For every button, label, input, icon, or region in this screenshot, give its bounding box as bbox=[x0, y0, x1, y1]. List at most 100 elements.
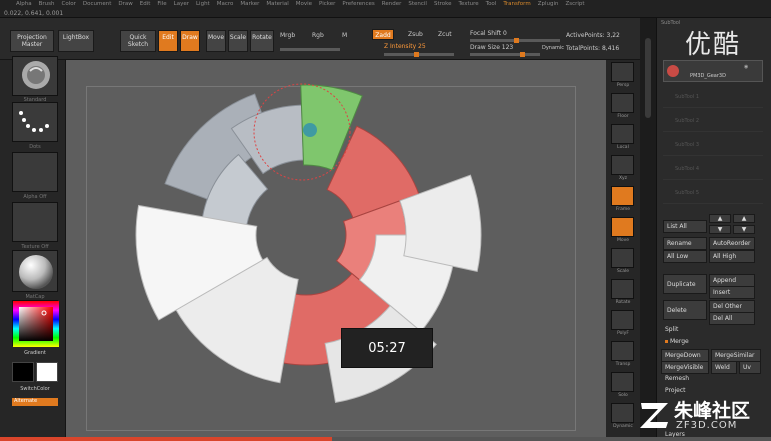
weld-button[interactable]: Weld bbox=[711, 361, 737, 374]
frame-button[interactable] bbox=[611, 186, 634, 206]
insert-button[interactable]: Insert bbox=[709, 286, 755, 299]
texture-thumbnail[interactable] bbox=[12, 202, 58, 242]
zadd-toggle[interactable]: Zadd bbox=[372, 29, 394, 40]
menu-item-color[interactable]: Color bbox=[62, 1, 76, 7]
floor-button[interactable] bbox=[611, 93, 634, 113]
dynamic-toggle[interactable]: Dynamic bbox=[542, 45, 564, 51]
rename-button[interactable]: Rename bbox=[663, 237, 707, 250]
menu-item-texture[interactable]: Texture bbox=[459, 1, 479, 7]
menu-item-layer[interactable]: Layer bbox=[174, 1, 189, 7]
rotate-button[interactable]: Rotate bbox=[250, 30, 274, 52]
subtool-slot[interactable]: SubTool 4 bbox=[663, 158, 763, 180]
alpha-thumbnail[interactable] bbox=[12, 152, 58, 192]
menu-item-light[interactable]: Light bbox=[196, 1, 210, 7]
move-button[interactable]: Move bbox=[206, 30, 226, 52]
draw-size-slider[interactable] bbox=[470, 52, 540, 57]
focal-shift-slider[interactable] bbox=[470, 38, 560, 43]
uv-button[interactable]: Uv bbox=[739, 361, 761, 374]
menu-item-stroke[interactable]: Stroke bbox=[434, 1, 452, 7]
all-low-button[interactable]: All Low bbox=[663, 250, 707, 263]
switch-color-button[interactable]: SwitchColor bbox=[12, 386, 58, 392]
merge-visible-button[interactable]: MergeVisible bbox=[661, 361, 709, 374]
menu-item-material[interactable]: Material bbox=[266, 1, 288, 7]
rgb-intensity-slider[interactable] bbox=[280, 48, 340, 51]
menu-item-document[interactable]: Document bbox=[83, 1, 112, 7]
subtool-header[interactable]: SubTool bbox=[661, 20, 680, 26]
canvas-viewport[interactable] bbox=[66, 60, 606, 441]
polyf-button[interactable] bbox=[611, 310, 634, 330]
menu-item-macro[interactable]: Macro bbox=[217, 1, 234, 7]
duplicate-button[interactable]: Duplicate bbox=[663, 274, 707, 294]
gradient-label[interactable]: Gradient bbox=[12, 350, 58, 356]
xyz-button[interactable] bbox=[611, 155, 634, 175]
subtool-slot[interactable]: SubTool 3 bbox=[663, 134, 763, 156]
alternate-button[interactable]: Alternate bbox=[12, 398, 58, 406]
del-all-button[interactable]: Del All bbox=[709, 312, 755, 325]
persp-button[interactable] bbox=[611, 62, 634, 82]
gear-model[interactable] bbox=[66, 60, 606, 441]
edit-button[interactable]: Edit bbox=[158, 30, 178, 52]
menu-item-edit[interactable]: Edit bbox=[140, 1, 151, 7]
subtool-slot[interactable]: SubTool 2 bbox=[663, 110, 763, 132]
m-toggle[interactable]: M bbox=[342, 32, 347, 39]
subtool-item-active[interactable]: PM3D_Gear3D ◉ bbox=[663, 60, 763, 82]
merge-section[interactable]: Merge bbox=[665, 338, 689, 345]
menu-item-draw[interactable]: Draw bbox=[118, 1, 132, 7]
move-button[interactable] bbox=[611, 217, 634, 237]
all-high-button[interactable]: All High bbox=[709, 250, 755, 263]
rotate-button[interactable] bbox=[611, 279, 634, 299]
projection-master-button[interactable]: Projection Master bbox=[10, 30, 54, 52]
remesh-section[interactable]: Remesh bbox=[665, 375, 689, 382]
menu-item-marker[interactable]: Marker bbox=[240, 1, 259, 7]
menu-item-zscript[interactable]: Zscript bbox=[565, 1, 584, 7]
menu-item-alpha[interactable]: Alpha bbox=[16, 1, 32, 7]
subtool-slot[interactable]: SubTool 5 bbox=[663, 182, 763, 204]
slider-knob[interactable] bbox=[514, 38, 519, 43]
menu-item-transform[interactable]: Transform bbox=[503, 1, 530, 7]
rgb-toggle[interactable]: Rgb bbox=[312, 32, 324, 39]
auto-reorder-button[interactable]: AutoReorder bbox=[709, 237, 755, 250]
solo-button[interactable] bbox=[611, 372, 634, 392]
color-picker[interactable] bbox=[12, 300, 59, 347]
slider-knob[interactable] bbox=[414, 52, 419, 57]
menu-item-render[interactable]: Render bbox=[382, 1, 402, 7]
delete-button[interactable]: Delete bbox=[663, 300, 707, 320]
menu-item-tool[interactable]: Tool bbox=[486, 1, 497, 7]
visibility-eye-icon[interactable]: ◉ bbox=[744, 64, 748, 70]
zcut-toggle[interactable]: Zcut bbox=[438, 31, 452, 38]
move-down-arrow-icon[interactable]: ▼ bbox=[733, 225, 755, 234]
slider-knob[interactable] bbox=[520, 52, 525, 57]
menu-item-file[interactable]: File bbox=[157, 1, 166, 7]
menu-item-preferences[interactable]: Preferences bbox=[342, 1, 374, 7]
split-section[interactable]: Split bbox=[665, 326, 678, 333]
list-all-button[interactable]: List All bbox=[663, 220, 707, 233]
transp-button[interactable] bbox=[611, 341, 634, 361]
subtool-slot[interactable]: SubTool 1 bbox=[663, 86, 763, 108]
scale-button[interactable]: Scale bbox=[228, 30, 248, 52]
dots-stroke-icon bbox=[19, 111, 49, 132]
quick-sketch-button[interactable]: Quick Sketch bbox=[120, 30, 156, 52]
scrollbar-thumb[interactable] bbox=[645, 38, 651, 118]
scale-button[interactable] bbox=[611, 248, 634, 268]
move-up-arrow-icon[interactable]: ▲ bbox=[709, 214, 731, 223]
dynamic-button[interactable] bbox=[611, 403, 634, 423]
menu-item-brush[interactable]: Brush bbox=[39, 1, 55, 7]
zsub-toggle[interactable]: Zsub bbox=[408, 31, 423, 38]
menu-item-zplugin[interactable]: Zplugin bbox=[538, 1, 559, 7]
secondary-color-swatch[interactable] bbox=[36, 362, 58, 382]
menu-item-stencil[interactable]: Stencil bbox=[408, 1, 427, 7]
stroke-thumbnail[interactable] bbox=[12, 102, 58, 142]
menu-item-movie[interactable]: Movie bbox=[296, 1, 312, 7]
tray-scrollbar[interactable] bbox=[640, 18, 656, 441]
lightbox-button[interactable]: LightBox bbox=[58, 30, 94, 52]
brush-thumbnail[interactable] bbox=[12, 56, 58, 96]
draw-button[interactable]: Draw bbox=[180, 30, 200, 52]
z-intensity-slider[interactable] bbox=[384, 52, 454, 57]
move-down-arrow-icon[interactable]: ▼ bbox=[709, 225, 731, 234]
local-button[interactable] bbox=[611, 124, 634, 144]
move-up-arrow-icon[interactable]: ▲ bbox=[733, 214, 755, 223]
menu-item-picker[interactable]: Picker bbox=[319, 1, 335, 7]
material-thumbnail[interactable] bbox=[12, 250, 58, 292]
mrgb-toggle[interactable]: Mrgb bbox=[280, 32, 295, 39]
main-color-swatch[interactable] bbox=[12, 362, 34, 382]
